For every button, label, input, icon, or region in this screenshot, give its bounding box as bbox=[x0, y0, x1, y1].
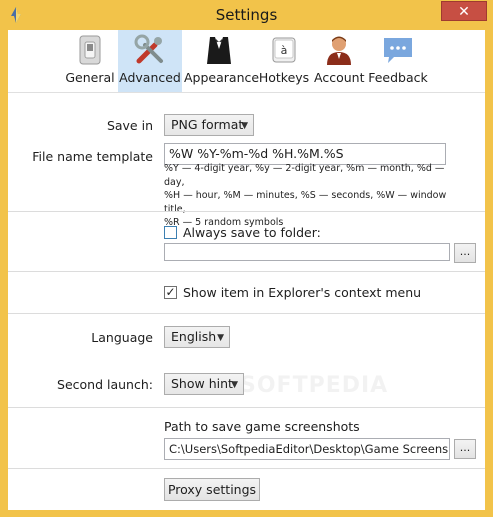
tab-general-label: General bbox=[65, 70, 115, 85]
template-hint-line: %Y — 4-digit year, %y — 2-digit year, %m… bbox=[164, 163, 445, 188]
tab-appearance[interactable]: Appearance bbox=[184, 30, 260, 92]
tab-general[interactable]: General bbox=[64, 30, 116, 92]
tab-appearance-label: Appearance bbox=[184, 70, 260, 85]
language-value: English bbox=[171, 329, 217, 344]
chevron-down-icon: ▼ bbox=[241, 121, 248, 131]
divider bbox=[8, 313, 485, 314]
second-launch-dropdown[interactable]: Show hint ▼ bbox=[164, 373, 244, 395]
always-save-browse-button[interactable]: ... bbox=[454, 243, 476, 263]
file-name-template-label: File name template bbox=[32, 149, 153, 164]
tab-advanced[interactable]: Advanced bbox=[118, 30, 182, 92]
divider bbox=[8, 271, 485, 272]
title-bar[interactable]: Settings ✕ bbox=[0, 0, 493, 30]
always-save-label: Always save to folder: bbox=[183, 225, 321, 240]
chat-bubble-icon bbox=[384, 38, 412, 63]
always-save-path-input[interactable] bbox=[164, 243, 450, 261]
key-icon: à bbox=[272, 37, 296, 63]
game-path-label: Path to save game screenshots bbox=[164, 419, 360, 434]
game-path-input[interactable]: C:\Users\SoftpediaEditor\Desktop\Game Sc… bbox=[164, 438, 450, 460]
close-button[interactable]: ✕ bbox=[441, 1, 487, 21]
chevron-down-icon: ▼ bbox=[217, 333, 224, 343]
language-label: Language bbox=[91, 330, 153, 345]
save-format-value: PNG format bbox=[171, 117, 244, 132]
tab-hotkeys-label: Hotkeys bbox=[258, 70, 310, 85]
save-format-dropdown[interactable]: PNG format ▼ bbox=[164, 114, 254, 136]
tab-account-label: Account bbox=[314, 70, 365, 85]
divider bbox=[8, 407, 485, 408]
divider bbox=[8, 211, 485, 212]
watermark: SOFTPEDIA bbox=[240, 373, 389, 398]
template-hint: %Y — 4-digit year, %y — 2-digit year, %m… bbox=[164, 162, 464, 230]
always-save-checkbox[interactable] bbox=[164, 226, 177, 239]
second-launch-value: Show hint bbox=[171, 376, 233, 391]
tab-feedback[interactable]: Feedback bbox=[368, 30, 428, 92]
tools-icon bbox=[134, 34, 163, 64]
svg-text:à: à bbox=[281, 44, 288, 57]
tab-feedback-label: Feedback bbox=[368, 70, 428, 85]
tab-account[interactable]: Account bbox=[314, 30, 364, 92]
window-title: Settings bbox=[215, 6, 278, 24]
switch-icon bbox=[79, 35, 101, 65]
chevron-down-icon: ▼ bbox=[231, 380, 238, 390]
tab-hotkeys[interactable]: à Hotkeys bbox=[258, 30, 310, 92]
user-icon bbox=[327, 36, 351, 65]
second-launch-label: Second launch: bbox=[57, 377, 153, 392]
explorer-menu-checkbox[interactable]: ✓ bbox=[164, 286, 177, 299]
tab-advanced-label: Advanced bbox=[119, 70, 181, 85]
divider bbox=[8, 468, 485, 469]
settings-toolbar: General Advanced Appearance à Hotkeys Ac… bbox=[8, 30, 485, 92]
tuxedo-icon bbox=[207, 37, 231, 64]
save-in-label: Save in bbox=[106, 118, 153, 133]
advanced-settings-panel: SOFTPEDIA Save in PNG format ▼ File name… bbox=[8, 92, 485, 510]
language-dropdown[interactable]: English ▼ bbox=[164, 326, 230, 348]
game-path-browse-button[interactable]: ... bbox=[454, 439, 476, 459]
settings-window: Settings ✕ General Advanced Appearance à… bbox=[0, 0, 493, 517]
proxy-settings-button[interactable]: Proxy settings bbox=[164, 478, 260, 501]
explorer-menu-label: Show item in Explorer's context menu bbox=[183, 285, 422, 300]
